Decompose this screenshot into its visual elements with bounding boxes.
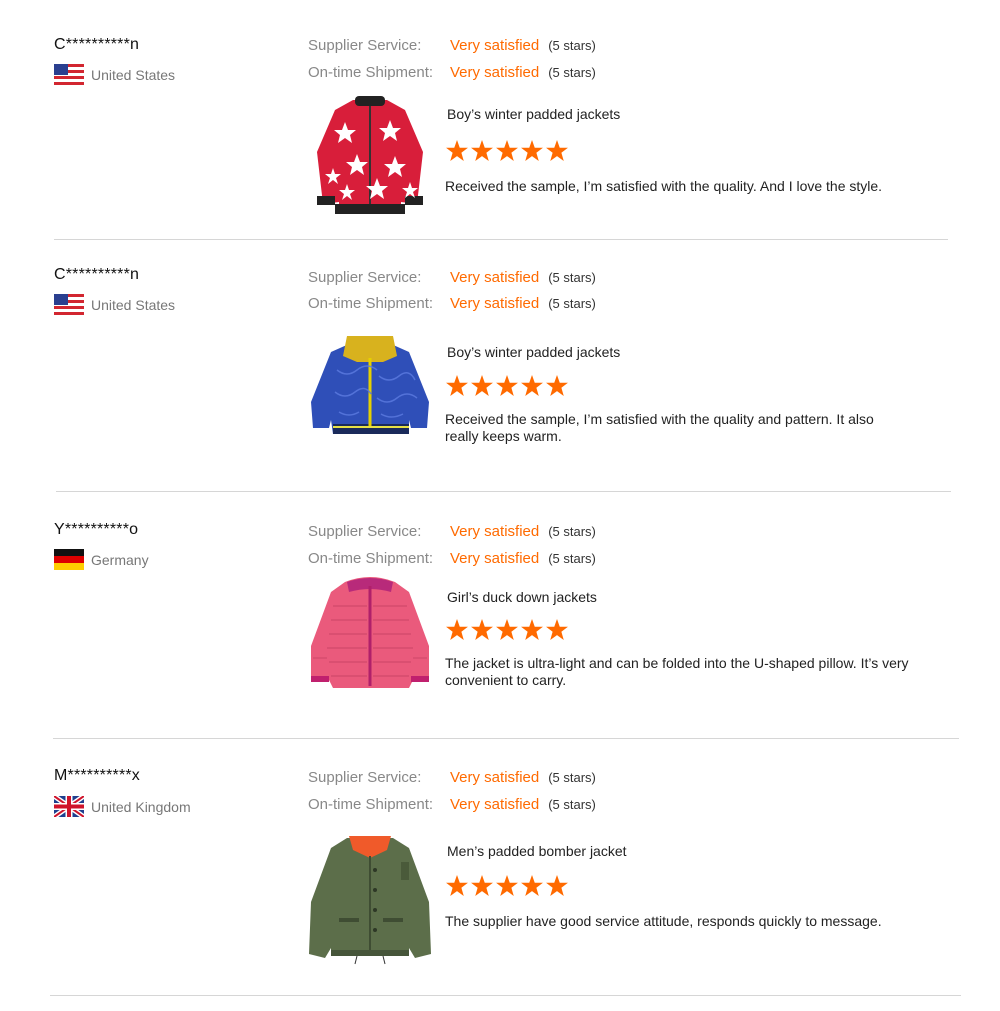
supplier-service-value: Very satisfied bbox=[450, 269, 540, 286]
product-title[interactable]: Boy’s winter padded jackets bbox=[447, 106, 620, 122]
star-icon bbox=[546, 375, 568, 396]
supplier-service-rating: Supplier Service: Very satisfied (5 star… bbox=[308, 769, 596, 786]
star-icon bbox=[496, 140, 518, 161]
shipment-stars: (5 stars) bbox=[548, 65, 596, 80]
shipment-rating: On-time Shipment: Very satisfied (5 star… bbox=[308, 64, 596, 81]
product-image[interactable] bbox=[305, 330, 435, 460]
supplier-service-stars: (5 stars) bbox=[548, 270, 596, 285]
product-title[interactable]: Girl’s duck down jackets bbox=[447, 589, 597, 605]
product-image[interactable] bbox=[305, 576, 435, 706]
supplier-service-rating: Supplier Service: Very satisfied (5 star… bbox=[308, 37, 596, 54]
supplier-service-stars: (5 stars) bbox=[548, 38, 596, 53]
review-divider bbox=[50, 995, 961, 996]
supplier-service-value: Very satisfied bbox=[450, 769, 540, 786]
shipment-value: Very satisfied bbox=[450, 295, 540, 312]
buyer-country: United States bbox=[54, 64, 175, 85]
product-rating-stars bbox=[446, 875, 568, 896]
star-icon bbox=[496, 619, 518, 640]
star-icon bbox=[546, 619, 568, 640]
star-icon bbox=[471, 619, 493, 640]
supplier-service-value: Very satisfied bbox=[450, 523, 540, 540]
star-icon bbox=[521, 875, 543, 896]
shipment-label: On-time Shipment: bbox=[308, 796, 434, 813]
us-flag-icon bbox=[54, 64, 84, 85]
country-label: Germany bbox=[91, 551, 149, 568]
product-title[interactable]: Men’s padded bomber jacket bbox=[447, 843, 627, 859]
supplier-service-label: Supplier Service: bbox=[308, 269, 422, 286]
product-title[interactable]: Boy’s winter padded jackets bbox=[447, 344, 620, 360]
supplier-service-value: Very satisfied bbox=[450, 37, 540, 54]
review-divider bbox=[53, 738, 959, 739]
shipment-rating: On-time Shipment: Very satisfied (5 star… bbox=[308, 796, 596, 813]
star-icon bbox=[446, 140, 468, 161]
star-icon bbox=[521, 375, 543, 396]
star-icon bbox=[471, 140, 493, 161]
supplier-service-stars: (5 stars) bbox=[548, 524, 596, 539]
star-icon bbox=[546, 140, 568, 161]
review-divider bbox=[56, 491, 951, 492]
star-icon bbox=[446, 619, 468, 640]
supplier-service-stars: (5 stars) bbox=[548, 770, 596, 785]
review-comment: Received the sample, I’m satisfied with … bbox=[445, 178, 883, 194]
star-icon bbox=[496, 875, 518, 896]
supplier-service-rating: Supplier Service: Very satisfied (5 star… bbox=[308, 523, 596, 540]
buyer-country: United States bbox=[54, 294, 175, 315]
supplier-service-rating: Supplier Service: Very satisfied (5 star… bbox=[308, 269, 596, 286]
star-icon bbox=[521, 619, 543, 640]
product-image[interactable] bbox=[305, 92, 435, 222]
shipment-value: Very satisfied bbox=[450, 796, 540, 813]
supplier-service-label: Supplier Service: bbox=[308, 37, 422, 54]
buyer-country: Germany bbox=[54, 549, 149, 570]
star-icon bbox=[521, 140, 543, 161]
shipment-label: On-time Shipment: bbox=[308, 64, 434, 81]
country-label: United States bbox=[91, 66, 176, 83]
shipment-stars: (5 stars) bbox=[548, 797, 596, 812]
supplier-service-label: Supplier Service: bbox=[308, 769, 422, 786]
us-flag-icon bbox=[54, 294, 84, 315]
product-rating-stars bbox=[446, 140, 568, 161]
supplier-service-label: Supplier Service: bbox=[308, 523, 422, 540]
star-icon bbox=[471, 375, 493, 396]
review-comment: Received the sample, I’m satisfied with … bbox=[445, 411, 874, 444]
shipment-label: On-time Shipment: bbox=[308, 295, 434, 312]
shipment-rating: On-time Shipment: Very satisfied (5 star… bbox=[308, 295, 596, 312]
star-icon bbox=[471, 875, 493, 896]
country-label: United Kingdom bbox=[91, 798, 191, 815]
buyer-name: M**********x bbox=[54, 767, 140, 784]
star-icon bbox=[446, 375, 468, 396]
shipment-stars: (5 stars) bbox=[548, 551, 596, 566]
buyer-name: C**********n bbox=[54, 266, 140, 283]
buyer-country: United Kingdom bbox=[54, 796, 191, 817]
shipment-rating: On-time Shipment: Very satisfied (5 star… bbox=[308, 550, 596, 567]
uk-flag-icon bbox=[54, 796, 84, 817]
shipment-stars: (5 stars) bbox=[548, 296, 596, 311]
country-label: United States bbox=[91, 296, 176, 313]
star-icon bbox=[496, 375, 518, 396]
product-rating-stars bbox=[446, 375, 568, 396]
product-image[interactable] bbox=[305, 832, 435, 965]
review-divider bbox=[54, 239, 948, 240]
review-comment: The supplier have good service attitude,… bbox=[445, 913, 882, 929]
de-flag-icon bbox=[54, 549, 84, 570]
star-icon bbox=[546, 875, 568, 896]
shipment-label: On-time Shipment: bbox=[308, 550, 434, 567]
product-rating-stars bbox=[446, 619, 568, 640]
review-comment: The jacket is ultra-light and can be fol… bbox=[445, 655, 909, 688]
buyer-name: C**********n bbox=[54, 36, 140, 53]
shipment-value: Very satisfied bbox=[450, 64, 540, 81]
shipment-value: Very satisfied bbox=[450, 550, 540, 567]
buyer-name: Y**********o bbox=[54, 521, 139, 538]
star-icon bbox=[446, 875, 468, 896]
